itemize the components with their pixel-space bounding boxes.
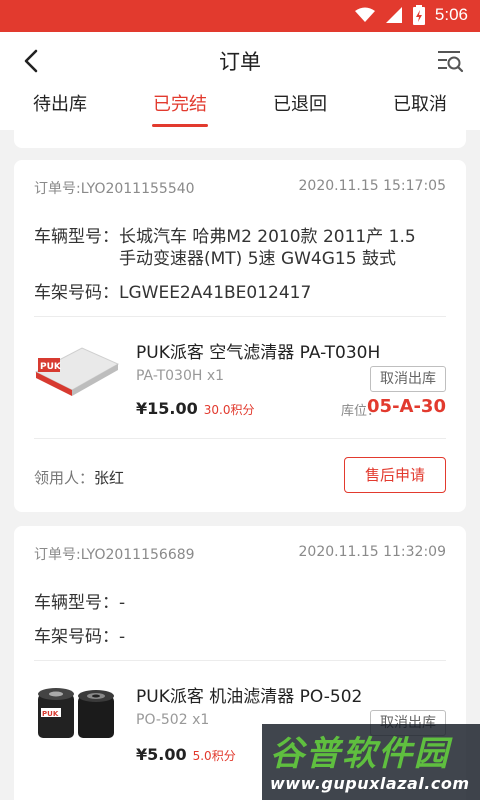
product-price-row: ¥15.00 30.0积分 [136, 399, 254, 418]
vehicle-model-row: 车辆型号：- [34, 592, 446, 614]
wifi-icon [354, 7, 375, 22]
divider [34, 438, 446, 439]
air-filter-product-image: PUK [32, 334, 122, 398]
product-price: ¥5.00 [136, 745, 187, 764]
product-price: ¥15.00 [136, 399, 198, 418]
watermark-brand: 谷普软件园 [270, 726, 450, 775]
vin-value: LGWEE2A41BE012417 [119, 283, 312, 303]
status-bar: 5:06 [0, 0, 480, 32]
signal-icon [385, 7, 402, 23]
svg-text:PUK: PUK [40, 362, 62, 372]
receiver-label: 领用人： [34, 469, 95, 487]
app-header: 订单 待出库 已完结 已退回 已取消 [0, 32, 480, 130]
product-points: 5.0积分 [192, 749, 236, 763]
divider [34, 316, 446, 317]
cancel-outbound-button[interactable]: 取消出库 [370, 366, 446, 392]
product-price-row: ¥5.00 5.0积分 [136, 745, 236, 764]
vehicle-model-value: 长城汽车 哈弗M2 2010款 2011产 1.5 手动变速器(MT) 5速 G… [119, 227, 416, 269]
product-points: 30.0积分 [203, 403, 255, 417]
order-time: 2020.11.15 15:17:05 [298, 178, 447, 194]
vin-label: 车架号码： [34, 283, 119, 303]
order-number: 订单号:LYO2011156689 [34, 547, 195, 563]
receiver-row: 领用人：张红 [34, 467, 124, 488]
tab-cancelled[interactable]: 已取消 [360, 90, 480, 116]
watermark-url: www.gupuxlazal.com [270, 774, 470, 793]
tab-completed[interactable]: 已完结 [120, 90, 240, 116]
vehicle-model-label: 车辆型号： [34, 227, 119, 247]
product-name: PUK派客 机油滤清器 PO-502 [136, 687, 363, 707]
battery-icon [412, 5, 425, 25]
order-card-partial [14, 130, 466, 148]
order-number: 订单号:LYO2011155540 [34, 181, 195, 197]
vin-value: - [119, 627, 126, 647]
oil-filter-product-image: PUK [32, 678, 122, 742]
svg-text:PUK: PUK [42, 710, 59, 718]
vin-row: 车架号码：- [34, 626, 446, 648]
page-title: 订单 [219, 50, 261, 74]
status-icons: 5:06 [354, 5, 468, 25]
product-code-qty: PA-T030H x1 [136, 368, 225, 384]
vehicle-model-label: 车辆型号： [34, 593, 119, 613]
watermark-brand-text: 谷普软件园 [270, 734, 450, 774]
clock: 5:06 [434, 5, 468, 24]
tab-returned[interactable]: 已退回 [240, 90, 360, 116]
after-sale-button[interactable]: 售后申请 [344, 457, 446, 493]
vehicle-model-row: 车辆型号：长城汽车 哈弗M2 2010款 2011产 1.5 手动变速器(MT)… [34, 226, 446, 270]
order-card[interactable]: 订单号:LYO2011155540 2020.11.15 15:17:05 车辆… [14, 160, 466, 512]
vin-label: 车架号码： [34, 627, 119, 647]
divider [34, 660, 446, 661]
order-time: 2020.11.15 11:32:09 [298, 544, 447, 560]
vin-row: 车架号码：LGWEE2A41BE012417 [34, 282, 446, 304]
product-name: PUK派客 空气滤清器 PA-T030H [136, 343, 381, 363]
active-tab-indicator [152, 124, 208, 127]
tab-pending-outbound[interactable]: 待出库 [0, 90, 120, 116]
watermark-overlay: 谷普软件园 www.gupuxlazal.com [262, 724, 480, 800]
receiver-name: 张红 [94, 469, 125, 487]
order-status-tabs: 待出库 已完结 已退回 已取消 [0, 86, 480, 130]
search-list-icon[interactable] [436, 48, 464, 74]
product-code-qty: PO-502 x1 [136, 712, 210, 728]
vehicle-model-value: - [119, 593, 126, 613]
storage-location: 05-A-30 [367, 396, 446, 417]
